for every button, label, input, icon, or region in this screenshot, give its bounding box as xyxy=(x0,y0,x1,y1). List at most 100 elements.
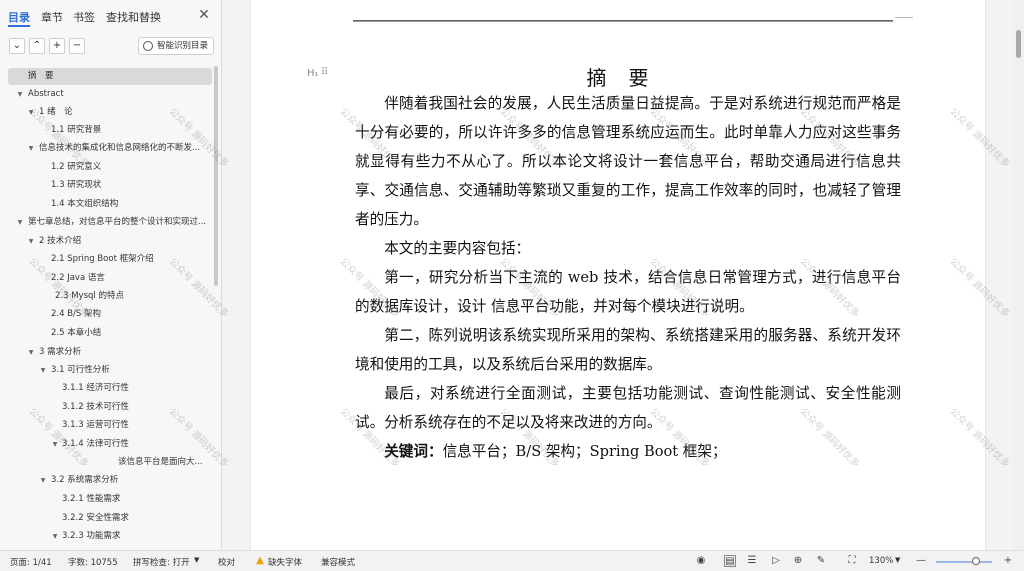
toc-item-label: 摘 要 xyxy=(28,71,54,81)
caret-down-icon[interactable]: ▼ xyxy=(27,140,35,157)
smart-toc-button[interactable]: 智能识别目录 xyxy=(138,37,214,55)
toc-item-label: 3.2 系统需求分析 xyxy=(51,475,119,485)
toc-item[interactable]: 2.1 Spring Boot 框架介绍 xyxy=(8,251,212,268)
document-area: H₁ ⠿ 摘 要 伴随着我国社会的发展，人民生活质量日益提高。于是对系统进行规范… xyxy=(223,0,1013,550)
caret-down-icon[interactable]: ▼ xyxy=(27,104,35,121)
toc-item[interactable]: 3.1.2 技术可行性 xyxy=(8,399,212,416)
zoom-slider[interactable] xyxy=(936,561,992,563)
toc-item[interactable]: ▼ 第七章总结，对信息平台的整个设计和实现过... xyxy=(8,214,212,231)
toc-item[interactable]: 该信息平台是面向大... xyxy=(8,454,212,471)
toc-item[interactable]: 3.2.1 性能需求 xyxy=(8,491,212,508)
fit-page-icon[interactable]: ⛶ xyxy=(846,555,858,567)
toc-item-label: 3.1.4 法律可行性 xyxy=(62,439,129,449)
toc-item-label: 1 绪 论 xyxy=(39,107,73,117)
word-count[interactable]: 字数: 10755 xyxy=(68,556,118,568)
page-indicator[interactable]: 页面: 1/41 xyxy=(10,556,52,568)
toc-item[interactable]: 2.2 Java 语言 xyxy=(8,270,212,287)
watermark: 公众号 源码好优多 xyxy=(947,256,1012,320)
tab-bookmarks[interactable]: 书签 xyxy=(73,9,95,25)
plus-icon[interactable]: + xyxy=(49,38,65,54)
smart-recognize-icon xyxy=(143,41,153,51)
caret-down-icon[interactable]: ▼ xyxy=(27,233,35,250)
toc-item[interactable]: 2.3 Mysql 的特点 xyxy=(8,288,212,305)
toc-tree: 摘 要 ▼ Abstract ▼ 1 绪 论 1.1 研究背景 ▼ 信息技术的集成化和… xyxy=(0,64,214,550)
tab-find-replace[interactable]: 查找和替换 xyxy=(106,9,161,25)
toc-item[interactable]: ▼ 信息技术的集成化和信息网络化的不断发... xyxy=(8,140,212,157)
tab-chapters[interactable]: 章节 xyxy=(41,9,63,25)
chevron-down-icon[interactable]: ⌄ xyxy=(9,38,25,54)
play-icon[interactable]: ▷ xyxy=(770,555,782,567)
caret-down-icon[interactable]: ▼ xyxy=(27,344,35,361)
minus-icon[interactable]: − xyxy=(69,38,85,54)
chevron-up-icon[interactable]: ⌃ xyxy=(29,38,45,54)
toc-item[interactable]: 2.4 B/S 架构 xyxy=(8,306,212,323)
status-bar: 页面: 1/41 字数: 10755 拼写检查: 打开 ▼ 校对 ▲ 缺失字体 … xyxy=(0,550,1024,571)
toc-item[interactable]: 3.2.2 安全性需求 xyxy=(8,510,212,527)
toc-item[interactable]: 摘 要 xyxy=(8,68,212,85)
smart-toc-label: 智能识别目录 xyxy=(157,41,209,51)
toc-item-label: 3.2.1 性能需求 xyxy=(62,494,121,504)
toc-item[interactable]: 1.1 研究背景 xyxy=(8,122,212,139)
toc-item[interactable]: 3.1.1 经济可行性 xyxy=(8,380,212,397)
eye-icon[interactable]: ◉ xyxy=(695,555,707,567)
toc-item[interactable]: ▼ Abstract xyxy=(8,86,212,103)
toc-item-label: 1.4 本文组织结构 xyxy=(51,199,119,209)
toc-item[interactable]: ▼ 1 绪 论 xyxy=(8,104,212,121)
toc-item[interactable]: ▼ 2 技术介绍 xyxy=(8,233,212,250)
globe-icon[interactable]: ⊕ xyxy=(792,555,804,567)
caret-down-icon[interactable]: ▼ xyxy=(39,472,47,489)
abstract-paragraph: 第二，陈列说明该系统实现所采用的架构、系统搭建采用的服务器、系统开发环境和使用的… xyxy=(355,327,901,373)
toc-item-label: 3.1 可行性分析 xyxy=(51,365,110,375)
document-page[interactable]: H₁ ⠿ 摘 要 伴随着我国社会的发展，人民生活质量日益提高。于是对系统进行规范… xyxy=(251,0,1011,550)
toc-item-label: 3.2.2 安全性需求 xyxy=(62,513,129,523)
toc-item[interactable]: ▼ 3 需求分析 xyxy=(8,344,212,361)
toc-item-label: 3.1.2 技术可行性 xyxy=(62,402,129,412)
watermark: 公众号 源码好优多 xyxy=(947,106,1012,170)
toc-item[interactable]: ▼ 3.2.3 功能需求 xyxy=(8,528,212,545)
toc-scrollbar[interactable] xyxy=(214,66,218,286)
toc-item[interactable]: 1.4 本文组织结构 xyxy=(8,196,212,213)
zoom-level[interactable]: 130% xyxy=(869,556,893,566)
toc-item-label: 1.3 研究现状 xyxy=(51,180,102,190)
caret-down-icon[interactable]: ▼ xyxy=(39,362,47,379)
toc-item-label: Abstract xyxy=(28,89,64,99)
chevron-down-icon[interactable]: ▼ xyxy=(895,556,900,564)
caret-down-icon[interactable]: ▼ xyxy=(16,86,24,103)
caret-down-icon[interactable]: ▼ xyxy=(16,214,24,231)
missing-font-button[interactable]: 缺失字体 xyxy=(268,556,302,568)
spellcheck-toggle[interactable]: 拼写检查: 打开 xyxy=(133,556,190,568)
watermark: 公众号 源码好优多 xyxy=(947,406,1012,470)
toc-item-label: 2.5 本章小结 xyxy=(51,328,102,338)
zoom-slider-knob[interactable] xyxy=(972,557,980,565)
abstract-paragraph: 最后，对系统进行全面测试，主要包括功能测试、查询性能测试、安全性能测试。分析系统… xyxy=(355,385,901,431)
toc-item[interactable]: 3.1.3 运营可行性 xyxy=(8,417,212,434)
proofread-button[interactable]: 校对 xyxy=(218,556,235,568)
pen-icon[interactable]: ✎ xyxy=(815,555,827,567)
close-icon[interactable]: ✕ xyxy=(197,8,211,22)
chevron-down-icon[interactable]: ▼ xyxy=(194,556,199,564)
toc-item[interactable]: ▼ 3.2 系统需求分析 xyxy=(8,472,212,489)
navigation-pane: 目录 章节 书签 查找和替换 ✕ ⌄ ⌃ + − 智能识别目录 摘 要 ▼ Abs… xyxy=(0,0,222,550)
tab-toc[interactable]: 目录 xyxy=(8,9,30,25)
toc-item[interactable]: 1.3 研究现状 xyxy=(8,177,212,194)
toc-item[interactable]: 2.5 本章小结 xyxy=(8,325,212,342)
outline-view-icon[interactable]: ☰ xyxy=(746,555,758,567)
toc-item[interactable]: ▼ 3.1.4 法律可行性 xyxy=(8,436,212,453)
compat-mode-label: 兼容模式 xyxy=(321,558,356,568)
page-view-icon[interactable]: ▤ xyxy=(724,555,736,567)
toc-item-label: 2.1 Spring Boot 框架介绍 xyxy=(51,254,154,264)
toc-item-label: 第七章总结，对信息平台的整个设计和实现过... xyxy=(28,217,207,227)
abstract-paragraph: 第一，研究分析当下主流的 web 技术，结合信息日常管理方式，进行信息平台的数据… xyxy=(355,269,901,315)
abstract-paragraph: 伴随着我国社会的发展，人民生活质量日益提高。于是对系统进行规范而严格是十分有必要… xyxy=(355,95,901,228)
toc-item[interactable]: 1.2 研究意义 xyxy=(8,159,212,176)
toc-item[interactable]: ▼ 3.1 可行性分析 xyxy=(8,362,212,379)
toc-item-label: 2 技术介绍 xyxy=(39,236,82,246)
zoom-out-icon[interactable]: — xyxy=(915,555,927,567)
caret-down-icon[interactable]: ▼ xyxy=(51,436,59,453)
caret-down-icon[interactable]: ▼ xyxy=(51,528,59,545)
margin-marker xyxy=(895,17,913,27)
keywords-text: 信息平台；B/S 架构；Spring Boot 框架； xyxy=(442,443,727,460)
scrollbar-thumb[interactable] xyxy=(1016,30,1021,58)
zoom-in-icon[interactable]: + xyxy=(1002,555,1014,567)
document-scrollbar[interactable] xyxy=(1013,0,1024,550)
